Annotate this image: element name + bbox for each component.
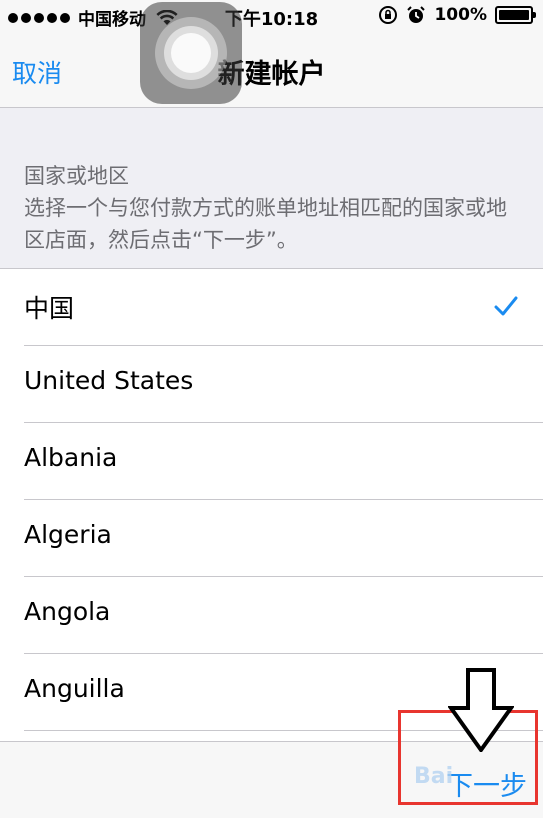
down-arrow-icon xyxy=(448,668,514,752)
navigation-bar: 取消 新建帐户 xyxy=(0,32,543,108)
country-label: United States xyxy=(24,366,194,395)
alarm-icon xyxy=(407,6,426,23)
section-header: 国家或地区 选择一个与您付款方式的账单地址相匹配的国家或地区店面，然后点击“下一… xyxy=(24,160,524,256)
list-item-country[interactable]: United States xyxy=(0,346,543,423)
list-item-country[interactable]: Algeria xyxy=(0,500,543,577)
section-title: 国家或地区 xyxy=(24,164,129,188)
list-item-country[interactable]: Angola xyxy=(0,577,543,654)
country-label: Albania xyxy=(24,443,118,472)
country-label: 中国 xyxy=(24,294,75,323)
page-title: 新建帐户 xyxy=(217,59,326,90)
status-bar: 中国移动 下午10:18 100% xyxy=(0,0,543,32)
status-right: 100% xyxy=(378,5,536,25)
country-label: Angola xyxy=(24,597,111,626)
assistive-touch-button[interactable] xyxy=(140,2,242,104)
country-label: Algeria xyxy=(24,520,112,549)
list-item-country[interactable]: Albania xyxy=(0,423,543,500)
list-item-country[interactable]: 中国 xyxy=(0,269,543,346)
checkmark-icon xyxy=(494,296,518,316)
country-label: Anguilla xyxy=(24,674,125,703)
battery-percent: 100% xyxy=(434,5,487,25)
section-description: 选择一个与您付款方式的账单地址相匹配的国家或地区店面，然后点击“下一步”。 xyxy=(24,196,507,252)
battery-icon xyxy=(495,6,536,24)
rotation-lock-icon xyxy=(379,6,398,24)
